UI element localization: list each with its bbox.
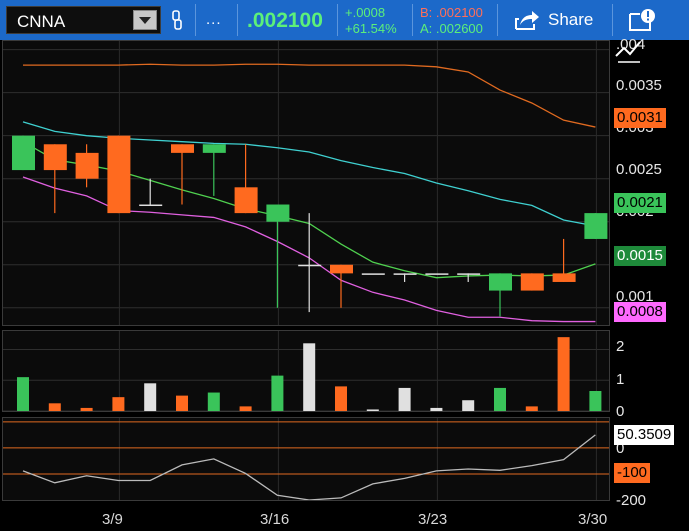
osc-tick-label: -200 <box>616 492 647 509</box>
volume-tick-label: 2 <box>616 338 625 355</box>
candle-body <box>584 213 608 239</box>
candle-body <box>266 204 290 222</box>
last-price: .002100 <box>247 9 323 32</box>
net-change: +.0008 <box>345 5 386 20</box>
ask-price: A: .002600 <box>420 21 483 36</box>
volume-bar <box>112 397 125 411</box>
volume-bar <box>207 392 220 411</box>
candle-body <box>139 204 163 207</box>
price-chart-panel[interactable] <box>2 40 610 326</box>
volume-bar <box>271 375 284 411</box>
candle-body <box>361 273 385 275</box>
price-chart[interactable] <box>3 41 609 325</box>
volume-tick-label: 0 <box>616 403 625 420</box>
volume-bar <box>589 391 602 411</box>
candle-body <box>393 273 417 275</box>
volume-bar <box>557 337 570 411</box>
moving-average-slow <box>23 63 596 128</box>
candle-body <box>43 144 67 171</box>
candle-body <box>425 273 449 275</box>
volume-bar <box>525 406 538 411</box>
volume-bar <box>366 409 379 411</box>
osc-marker-tag: -100 <box>614 463 651 483</box>
bid-price: B: .002100 <box>420 5 483 20</box>
oscillator-panel[interactable] <box>2 417 610 501</box>
volume-bar <box>239 406 252 411</box>
share-icon <box>515 11 539 30</box>
share-button[interactable]: Share <box>502 0 608 40</box>
price-marker-tag: 0.0031 <box>614 108 666 128</box>
popout-icon <box>629 9 655 31</box>
volume-tick-label: 1 <box>616 371 625 388</box>
crosshair-icon[interactable] <box>614 36 644 66</box>
candle-body <box>171 144 194 153</box>
percent-change: +61.54% <box>345 21 397 36</box>
volume-bar <box>462 400 475 411</box>
link-icon[interactable] <box>170 10 184 32</box>
volume-bar <box>303 343 316 411</box>
volume-chart[interactable] <box>3 331 609 411</box>
volume-bar <box>144 383 157 411</box>
candle-body <box>202 144 226 153</box>
popout-button[interactable] <box>618 0 689 40</box>
date-tick-label: 3/30 <box>578 511 608 528</box>
candle-body <box>520 273 544 291</box>
candle-body <box>107 135 131 214</box>
candle-body <box>12 135 35 171</box>
share-label: Share <box>548 10 594 29</box>
candle-body <box>457 273 481 275</box>
candle-body <box>552 273 576 282</box>
volume-bar <box>17 377 29 411</box>
price-marker-tag: 0.0021 <box>614 193 666 213</box>
chevron-down-icon[interactable] <box>133 10 157 30</box>
oscillator-line <box>22 434 596 500</box>
price-tick-label: 0.0035 <box>616 77 662 94</box>
volume-bar <box>398 387 411 411</box>
date-tick-label: 3/16 <box>260 511 290 528</box>
volume-bar <box>80 407 93 411</box>
symbol-selector[interactable]: CNNA <box>6 6 161 34</box>
volume-bar <box>430 407 443 411</box>
date-tick-label: 3/9 <box>102 511 123 528</box>
more-button[interactable]: ... <box>206 11 222 28</box>
symbol-label: CNNA <box>17 12 66 31</box>
oscillator-chart[interactable] <box>3 418 609 500</box>
volume-panel[interactable] <box>2 330 610 412</box>
candle-body <box>330 264 353 274</box>
candle-body <box>75 152 99 179</box>
quote-header: CNNA ... .002100 +.0008 +61.54% B: .0021… <box>0 0 689 40</box>
price-tick-label: 0.0025 <box>616 161 662 178</box>
volume-bar <box>48 403 61 411</box>
price-marker-tag: 0.0008 <box>614 302 666 322</box>
date-tick-label: 3/23 <box>418 511 448 528</box>
price-marker-tag: 0.0015 <box>614 246 666 266</box>
volume-bar <box>335 386 347 411</box>
volume-bar <box>176 395 188 411</box>
osc-marker-tag: 50.3509 <box>614 425 675 445</box>
candle-body <box>489 273 512 291</box>
candle-body <box>298 264 322 267</box>
volume-bar <box>494 387 506 411</box>
candle-body <box>234 187 258 214</box>
